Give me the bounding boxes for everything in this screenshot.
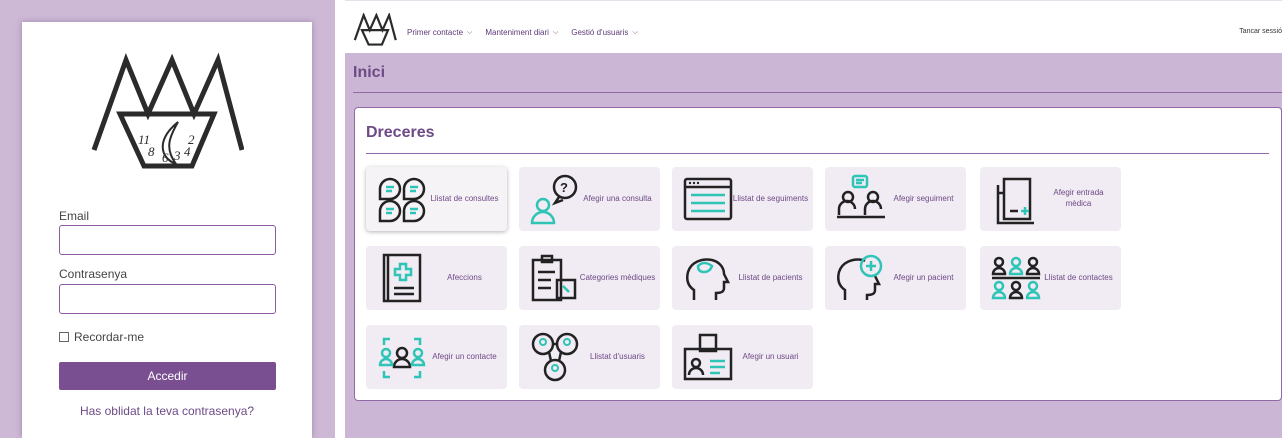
password-label: Contrasenya	[59, 267, 128, 281]
page-title: Inici	[353, 64, 386, 81]
password-field[interactable]	[59, 284, 276, 314]
shortcut-afegir-consulta[interactable]: ? Afegir una consulta	[519, 167, 660, 231]
tile-label: Llistat de pacients	[738, 272, 803, 282]
chat-bubbles-icon	[378, 177, 426, 223]
brand-logo-small[interactable]	[353, 13, 397, 49]
id-badge-icon	[683, 333, 733, 381]
user-network-icon	[531, 332, 579, 382]
ask-question-icon: ?	[530, 174, 578, 225]
nav-manteniment-diari[interactable]: Manteniment diari ⌵	[485, 28, 558, 37]
shortcut-afegir-usuari[interactable]: Afegir un usuari	[672, 325, 813, 389]
shortcut-afegir-entrada-medica[interactable]: Afegir entrada mèdica	[980, 167, 1121, 231]
clipboard-boxes-icon	[531, 254, 577, 302]
shortcut-afegir-seguiment[interactable]: Afegir seguiment	[825, 167, 966, 231]
nav-label: Manteniment diari	[485, 28, 549, 37]
logo-digit: 4	[184, 144, 191, 159]
tile-label: Llistat de seguiments	[732, 193, 809, 203]
remember-checkbox[interactable]	[59, 332, 69, 342]
tile-label: Llistat d'usuaris	[590, 351, 645, 361]
remember-me[interactable]: Recordar-me	[59, 330, 144, 344]
tile-label: Afegir entrada mèdica	[1053, 188, 1104, 208]
main-nav: Primer contacte ⌵ Manteniment diari ⌵ Ge…	[407, 28, 638, 37]
tile-label: Afegir un usuari	[742, 351, 799, 361]
logo-digit: 6	[162, 150, 169, 165]
tile-label: Categories mèdiques	[579, 272, 656, 282]
divider	[353, 92, 1282, 93]
shortcut-llistat-pacients[interactable]: Llistat de pacients	[672, 246, 813, 310]
shortcut-afegir-contacte[interactable]: Afegir un contacte	[366, 325, 507, 389]
chevron-down-icon: ⌵	[552, 28, 559, 36]
tile-label: Afegir un pacient	[893, 272, 954, 282]
shortcut-llistat-usuaris[interactable]: Llistat d'usuaris	[519, 325, 660, 389]
tile-label: Llistat de consultes	[430, 193, 499, 203]
head-plus-icon	[837, 254, 883, 300]
forgot-password-link[interactable]: Has oblidat la teva contrasenya?	[22, 404, 312, 418]
login-button[interactable]: Accedir	[59, 362, 276, 390]
screen: 11 2 8 6 3 4 Email Contrasenya Recordar-…	[0, 0, 1282, 438]
logo-digit: 8	[148, 144, 155, 159]
nav-primer-contacte[interactable]: Primer contacte ⌵	[407, 28, 472, 37]
shortcut-categories-mediques[interactable]: Categories mèdiques	[519, 246, 660, 310]
logout-link[interactable]: Tancar sessió	[1239, 28, 1282, 35]
consultation-icon	[837, 174, 885, 219]
medical-folder-icon	[996, 177, 1034, 225]
head-puzzle-icon	[686, 258, 731, 300]
nav-label: Primer contacte	[407, 28, 464, 37]
panel-title: Dreceres	[366, 124, 435, 141]
people-focus-icon	[378, 337, 426, 379]
app-window: Primer contacte ⌵ Manteniment diari ⌵ Ge…	[345, 0, 1282, 438]
tile-label: Afegir seguiment	[893, 193, 954, 203]
nav-label: Gestió d'usuaris	[571, 28, 629, 37]
shortcut-afeccions[interactable]: Afeccions	[366, 246, 507, 310]
people-grid-icon	[991, 256, 1041, 300]
shortcut-llistat-consultes[interactable]: Llistat de consultes	[366, 167, 507, 231]
shortcut-llistat-contactes[interactable]: Llistat de contactes	[980, 246, 1121, 310]
shortcut-llistat-seguiments[interactable]: Llistat de seguiments	[672, 167, 813, 231]
tile-label: Afegir una consulta	[583, 193, 652, 203]
remember-label: Recordar-me	[74, 330, 145, 344]
divider	[366, 153, 1269, 154]
browser-list-icon	[683, 177, 733, 221]
chevron-down-icon: ⌵	[467, 28, 473, 36]
brand-logo: 11 2 8 6 3 4	[91, 52, 244, 169]
top-navbar: Primer contacte ⌵ Manteniment diari ⌵ Ge…	[345, 0, 1282, 53]
logo-digit: 3	[173, 148, 181, 163]
login-card: 11 2 8 6 3 4 Email Contrasenya Recordar-…	[22, 22, 312, 438]
tile-label: Llistat de contactes	[1044, 272, 1113, 282]
nav-gestio-usuaris[interactable]: Gestió d'usuaris ⌵	[571, 28, 637, 37]
medical-book-icon	[382, 253, 422, 303]
chevron-down-icon: ⌵	[632, 28, 638, 36]
email-field[interactable]	[59, 225, 276, 255]
login-background: 11 2 8 6 3 4 Email Contrasenya Recordar-…	[0, 0, 335, 438]
shortcut-afegir-pacient[interactable]: Afegir un pacient	[825, 246, 966, 310]
email-label: Email	[59, 209, 90, 223]
tile-label: Afeccions	[447, 272, 482, 282]
svg-text:?: ?	[560, 180, 568, 195]
shortcuts-panel: Dreceres Llistat de consultes ? Afegir u…	[354, 107, 1282, 401]
tile-label: Afegir un contacte	[432, 351, 497, 361]
